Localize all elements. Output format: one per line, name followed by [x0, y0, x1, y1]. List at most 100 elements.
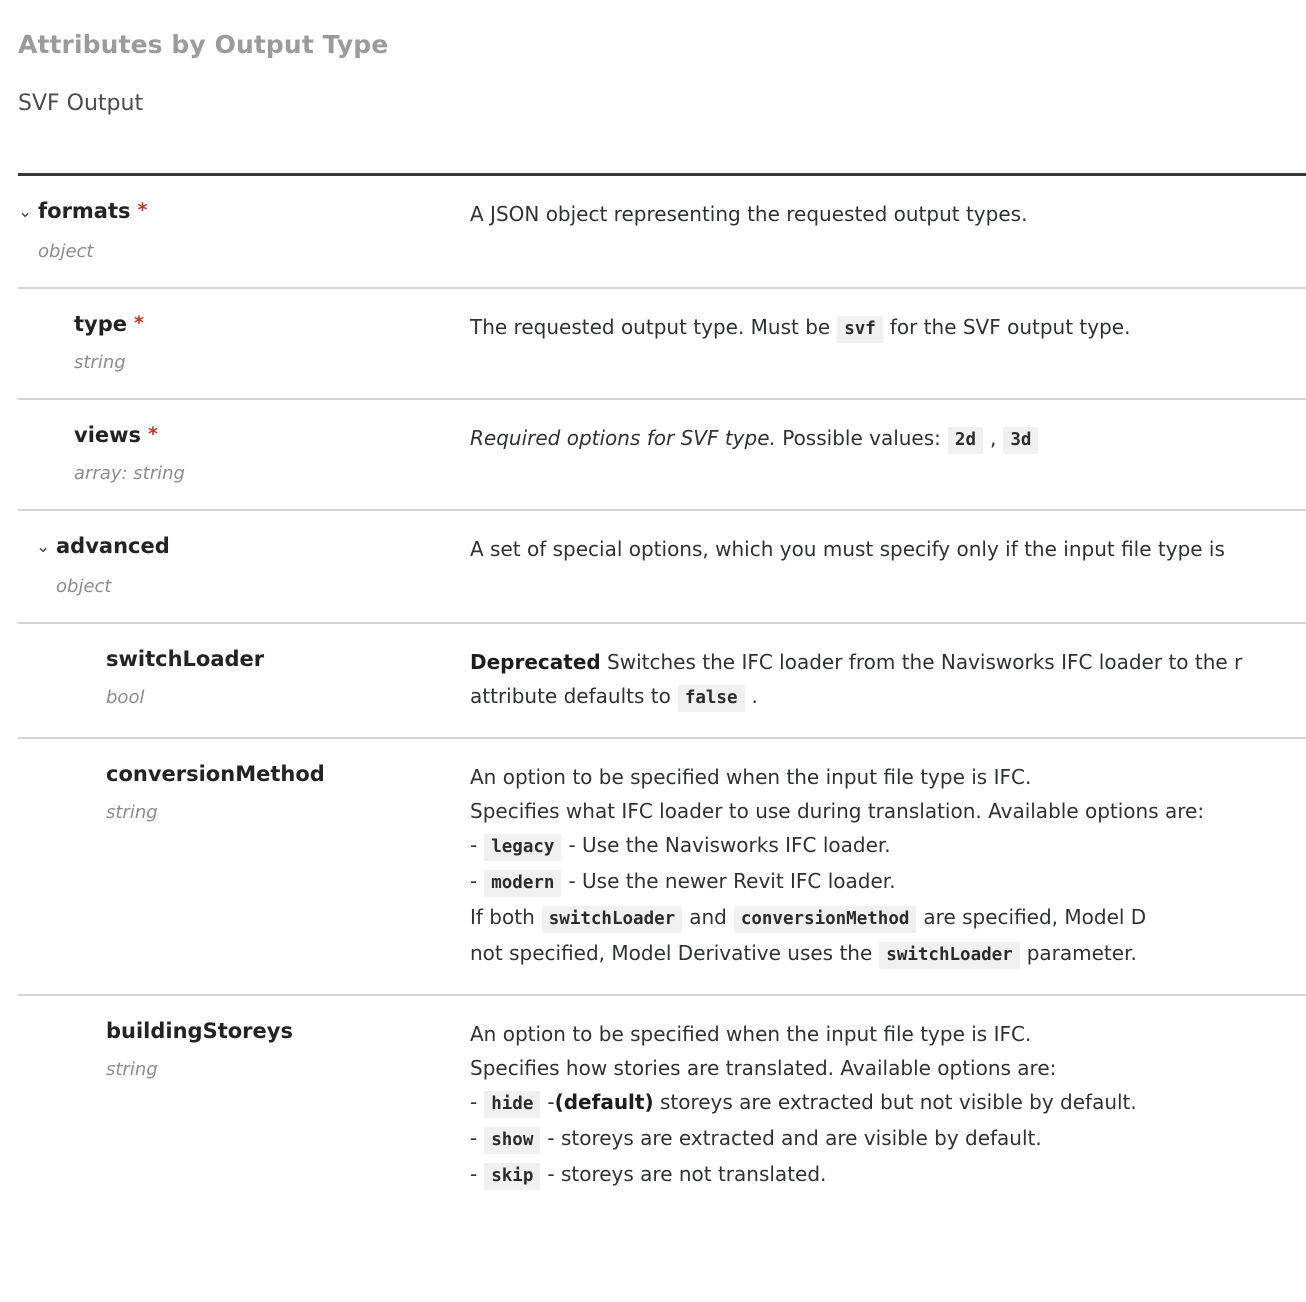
- attribute-label: advanced: [56, 534, 170, 558]
- attribute-description-column: An option to be specified when the input…: [470, 1016, 1306, 1193]
- description-line: A set of special options, which you must…: [470, 532, 1306, 566]
- attribute-description: A JSON object representing the requested…: [470, 197, 1306, 231]
- bold-text: (default): [554, 1090, 654, 1114]
- attribute-description: A set of special options, which you must…: [470, 532, 1306, 566]
- attribute-description: Deprecated Switches the IFC loader from …: [470, 645, 1306, 715]
- attribute-name-column: type * string: [18, 309, 470, 376]
- text-run: An option to be specified when the input…: [470, 765, 1032, 789]
- text-run: An option to be specified when the input…: [470, 1022, 1032, 1046]
- text-run: Specifies how stories are translated. Av…: [470, 1056, 1057, 1080]
- inline-code-3d: 3d: [1003, 427, 1039, 454]
- chevron-down-icon[interactable]: ⌄: [36, 533, 52, 561]
- attribute-row: buildingStoreys string An option to be spe…: [18, 996, 1306, 1215]
- description-line: not specified, Model Derivative uses the…: [470, 936, 1306, 972]
- attribute-type: string: [74, 352, 126, 373]
- inline-code-false: false: [677, 685, 745, 712]
- text-run: parameter.: [1026, 941, 1137, 965]
- description-line: - modern - Use the newer Revit IFC loader.: [470, 864, 1306, 900]
- text-run: A set of special options, which you must…: [470, 537, 1225, 561]
- attribute-row: ⌄ formats * object A JSON object representin…: [18, 176, 1306, 289]
- required-asterisk-icon: *: [137, 199, 148, 221]
- text-run: If both: [470, 905, 535, 929]
- description-line: An option to be specified when the input…: [470, 1017, 1306, 1051]
- page-title: Attributes by Output Type: [18, 30, 389, 59]
- text-run: attribute defaults to: [470, 684, 671, 708]
- attribute-description-column: A set of special options, which you must…: [470, 531, 1306, 566]
- text-run: - Use the Navisworks IFC loader.: [568, 833, 891, 857]
- inline-code-skip: skip: [484, 1163, 541, 1190]
- text-run: storeys are extracted but not visible by…: [653, 1090, 1137, 1114]
- attribute-name-column: switchLoader bool: [18, 644, 470, 711]
- attribute-description: An option to be specified when the input…: [470, 760, 1306, 972]
- attribute-name-views: views *: [74, 421, 470, 449]
- description-line: - legacy - Use the Navisworks IFC loader.: [470, 828, 1306, 864]
- description-line: Specifies how stories are translated. Av…: [470, 1051, 1306, 1085]
- attribute-description-column: An option to be specified when the input…: [470, 759, 1306, 972]
- description-line: Deprecated Switches the IFC loader from …: [470, 645, 1306, 679]
- text-run: not specified, Model Derivative uses the: [470, 941, 873, 965]
- attribute-type: string: [106, 1059, 158, 1080]
- inline-code-svf: svf: [837, 316, 883, 343]
- attribute-description: An option to be specified when the input…: [470, 1017, 1306, 1193]
- text-run: Possible values:: [775, 426, 941, 450]
- text-run: Specifies what IFC loader to use during …: [470, 799, 1205, 823]
- description-line: The requested output type. Must be svf for…: [470, 310, 1306, 346]
- inline-code-legacy: legacy: [484, 834, 562, 861]
- inline-code-2d: 2d: [947, 427, 983, 454]
- description-line: Specifies what IFC loader to use during …: [470, 794, 1306, 828]
- emphasis-text: Required options for SVF type.: [470, 426, 776, 450]
- text-run: -: [470, 1126, 478, 1150]
- attribute-row: ⌄ advanced object A set of special options,…: [18, 511, 1306, 624]
- attribute-name-type: type *: [74, 310, 470, 338]
- attribute-description: Required options for SVF type. Possible …: [470, 421, 1306, 457]
- description-line: If both switchLoader and conversionMethod ar…: [470, 900, 1306, 936]
- attribute-type: array: string: [74, 463, 185, 484]
- attribute-label: conversionMethod: [106, 762, 325, 786]
- text-run: The requested output type. Must be: [470, 315, 831, 339]
- text-run: -: [470, 1090, 478, 1114]
- text-run: -: [470, 833, 478, 857]
- chevron-down-icon[interactable]: ⌄: [18, 198, 34, 226]
- text-run: -: [470, 869, 478, 893]
- attribute-description-column: A JSON object representing the requested…: [470, 196, 1306, 231]
- attributes-table: ⌄ formats * object A JSON object representin…: [18, 176, 1306, 1215]
- inline-code-show: show: [484, 1127, 541, 1154]
- attribute-label: switchLoader: [106, 647, 265, 671]
- description-line: - skip - storeys are not translated.: [470, 1157, 1306, 1193]
- attribute-row: views * array: string Required options for …: [18, 400, 1306, 511]
- attribute-type: object: [38, 241, 94, 262]
- text-run: ,: [989, 426, 997, 450]
- attribute-row: type * string The requested output type. Mu…: [18, 289, 1306, 400]
- text-run: for the SVF output type.: [889, 315, 1131, 339]
- attribute-type: string: [106, 802, 158, 823]
- attribute-description: The requested output type. Must be svf for…: [470, 310, 1306, 346]
- text-run: - Use the newer Revit IFC loader.: [568, 869, 896, 893]
- inline-code-switchLoader: switchLoader: [541, 906, 683, 933]
- attribute-label: buildingStoreys: [106, 1019, 293, 1043]
- text-run: A JSON object representing the requested…: [470, 202, 1028, 226]
- attributes-page: Attributes by Output Type SVF Output ⌄ fo…: [0, 0, 1306, 1215]
- attribute-name-column: ⌄ advanced object: [18, 531, 470, 600]
- attribute-description-column: Required options for SVF type. Possible …: [470, 420, 1306, 457]
- attribute-type: object: [56, 576, 112, 597]
- text-run: - storeys are extracted and are visible …: [547, 1126, 1042, 1150]
- attribute-description-column: Deprecated Switches the IFC loader from …: [470, 644, 1306, 715]
- inline-code-conversionMethod: conversionMethod: [733, 906, 917, 933]
- attribute-name-advanced[interactable]: ⌄ advanced: [36, 532, 470, 562]
- description-line: An option to be specified when the input…: [470, 760, 1306, 794]
- attribute-row: switchLoader bool Deprecated Switches the …: [18, 624, 1306, 739]
- description-line: - hide -(default) storeys are extracted bu…: [470, 1085, 1306, 1121]
- description-line: Required options for SVF type. Possible …: [470, 421, 1306, 457]
- subsection-title: SVF Output: [18, 91, 144, 116]
- inline-code-switchLoader: switchLoader: [879, 942, 1020, 969]
- text-run: -: [470, 1162, 478, 1186]
- description-line: - show - storeys are extracted and are vis…: [470, 1121, 1306, 1157]
- text-run: - storeys are not translated.: [547, 1162, 827, 1186]
- text-run: are specified, Model D: [923, 905, 1147, 929]
- attribute-name-formats[interactable]: ⌄ formats *: [18, 197, 470, 227]
- text-run: and: [689, 905, 727, 929]
- required-asterisk-icon: *: [148, 423, 158, 445]
- required-asterisk-icon: *: [134, 312, 144, 334]
- attribute-name-column: buildingStoreys string: [18, 1016, 470, 1083]
- description-line: attribute defaults to false.: [470, 679, 1306, 715]
